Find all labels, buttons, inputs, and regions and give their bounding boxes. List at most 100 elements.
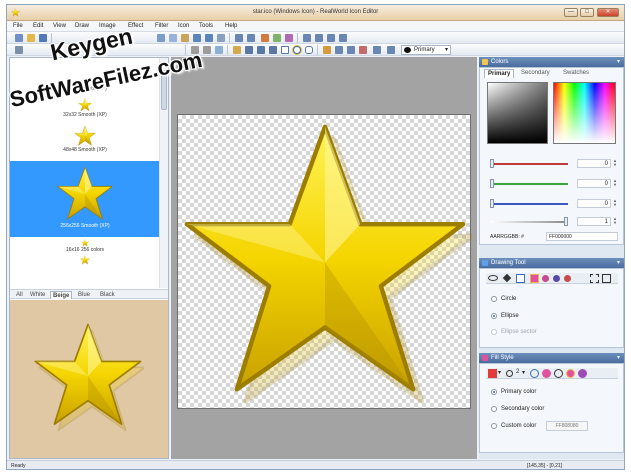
- menu-file[interactable]: File: [13, 23, 23, 29]
- tab-beige[interactable]: Beige: [50, 291, 73, 299]
- antialias-icon[interactable]: [590, 274, 599, 283]
- effect-icon[interactable]: [261, 34, 269, 42]
- alpha-slider[interactable]: [490, 217, 568, 226]
- icon-format-list[interactable]: 24x24 Smooth (XP) 32x32 Smooth (XP) 48x4…: [10, 58, 160, 288]
- ellipse-radio[interactable]: [491, 313, 497, 319]
- redo-icon[interactable]: [205, 34, 213, 42]
- zoom-out-icon[interactable]: [315, 34, 323, 42]
- tab-primary[interactable]: Primary: [484, 69, 515, 78]
- custom-color-radio[interactable]: [491, 423, 497, 429]
- menu-image[interactable]: Image: [99, 23, 116, 29]
- tab-black[interactable]: Black: [98, 291, 117, 299]
- blue-spinner[interactable]: ▲ ▼: [613, 199, 618, 208]
- eraser-icon[interactable]: [359, 46, 367, 54]
- tab-all[interactable]: All: [14, 291, 25, 299]
- width-value[interactable]: 2: [516, 369, 519, 375]
- fill-color-icon[interactable]: [488, 369, 497, 378]
- menu-filter[interactable]: Filter: [155, 23, 168, 29]
- pin-icon[interactable]: ▾: [617, 353, 620, 363]
- circle-texture-icon[interactable]: [564, 275, 571, 282]
- list-item[interactable]: 48x48 Smooth (XP): [10, 125, 160, 153]
- green-spinner[interactable]: ▲ ▼: [613, 179, 618, 188]
- list-item[interactable]: 24x24 Smooth (XP): [10, 86, 160, 92]
- fill-icon[interactable]: [323, 46, 331, 54]
- help-icon[interactable]: [339, 34, 347, 42]
- gradient-circle-icon[interactable]: [578, 369, 587, 378]
- close-button[interactable]: ✕: [597, 8, 619, 17]
- tab-swatches[interactable]: Swatches: [560, 69, 592, 78]
- ellipse-sector-radio[interactable]: [491, 329, 497, 335]
- circle-radio[interactable]: [491, 296, 497, 302]
- hex-input[interactable]: FF000000: [546, 232, 618, 241]
- list-item[interactable]: 16x16 256 colors: [10, 239, 160, 253]
- filter-icon[interactable]: [273, 34, 281, 42]
- chevron-down-icon[interactable]: ▾: [522, 369, 525, 376]
- format-list-scrollbar[interactable]: [159, 58, 168, 288]
- lasso-icon[interactable]: [203, 46, 211, 54]
- open-icon[interactable]: [27, 34, 35, 42]
- fill-mode-icon[interactable]: [530, 274, 539, 283]
- blue-slider[interactable]: [490, 199, 568, 208]
- alpha-spinner[interactable]: ▲ ▼: [613, 217, 618, 226]
- alpha-value[interactable]: 1: [577, 217, 611, 226]
- red-value[interactable]: 0: [577, 159, 611, 168]
- tab-secondary[interactable]: Secondary: [518, 69, 553, 78]
- custom-color-input[interactable]: FF808080: [546, 421, 588, 431]
- zoom-in-icon[interactable]: [303, 34, 311, 42]
- menu-tools[interactable]: Tools: [199, 23, 213, 29]
- canvas-size-icon[interactable]: [247, 34, 255, 42]
- maximize-button[interactable]: □: [580, 8, 594, 17]
- minimize-button[interactable]: —: [564, 8, 578, 17]
- magic-wand-icon[interactable]: [215, 46, 223, 54]
- text-tool-icon[interactable]: [335, 46, 343, 54]
- eyedropper-icon[interactable]: [347, 46, 355, 54]
- scrollbar-thumb[interactable]: [161, 70, 167, 110]
- primary-color-select[interactable]: Primary ▾: [401, 45, 451, 55]
- circle-fill-icon[interactable]: [542, 275, 549, 282]
- menu-draw[interactable]: Draw: [75, 23, 89, 29]
- hue-picker[interactable]: [553, 82, 616, 144]
- primary-color-radio[interactable]: [491, 389, 497, 395]
- cut-icon[interactable]: [157, 34, 165, 42]
- stamp-icon[interactable]: [387, 46, 395, 54]
- saturation-value-picker[interactable]: [487, 82, 548, 144]
- layers-icon[interactable]: [15, 46, 23, 54]
- blue-value[interactable]: 0: [577, 199, 611, 208]
- save-icon[interactable]: [39, 34, 47, 42]
- color-adjust-icon[interactable]: [285, 34, 293, 42]
- crop-icon[interactable]: [217, 34, 225, 42]
- selected-circle-icon[interactable]: [566, 369, 575, 378]
- clone-icon[interactable]: [373, 46, 381, 54]
- select-rect-icon[interactable]: [191, 46, 199, 54]
- square-mode-icon[interactable]: [602, 274, 611, 283]
- paste-icon[interactable]: [181, 34, 189, 42]
- pencil-icon[interactable]: [233, 46, 241, 54]
- tab-white[interactable]: White: [28, 291, 47, 299]
- pen-icon[interactable]: [502, 273, 512, 283]
- filled-circle-icon[interactable]: [542, 369, 551, 378]
- rounded-rect-tool-icon[interactable]: [305, 46, 313, 54]
- copy-icon[interactable]: [169, 34, 177, 42]
- resize-icon[interactable]: [235, 34, 243, 42]
- hollow-circle-icon[interactable]: [554, 369, 563, 378]
- secondary-color-radio[interactable]: [491, 406, 497, 412]
- brush-icon[interactable]: [245, 46, 253, 54]
- line-icon[interactable]: [257, 46, 265, 54]
- menu-effect[interactable]: Effect: [128, 23, 143, 29]
- menu-view[interactable]: View: [53, 23, 66, 29]
- drawing-canvas[interactable]: [177, 114, 471, 409]
- pin-icon[interactable]: ▾: [617, 57, 620, 67]
- tab-blue[interactable]: Blue: [76, 291, 92, 299]
- list-item[interactable]: [10, 255, 160, 265]
- red-slider[interactable]: [490, 159, 568, 168]
- shape-select-icon[interactable]: [488, 275, 498, 281]
- circle-gradient-icon[interactable]: [553, 275, 560, 282]
- menu-edit[interactable]: Edit: [33, 23, 43, 29]
- outline-icon[interactable]: [516, 274, 525, 283]
- actual-size-icon[interactable]: [327, 34, 335, 42]
- rectangle-tool-icon[interactable]: [281, 46, 289, 54]
- new-icon[interactable]: [15, 34, 23, 42]
- curve-icon[interactable]: [269, 46, 277, 54]
- menu-help[interactable]: Help: [225, 23, 237, 29]
- red-spinner[interactable]: ▲ ▼: [613, 159, 618, 168]
